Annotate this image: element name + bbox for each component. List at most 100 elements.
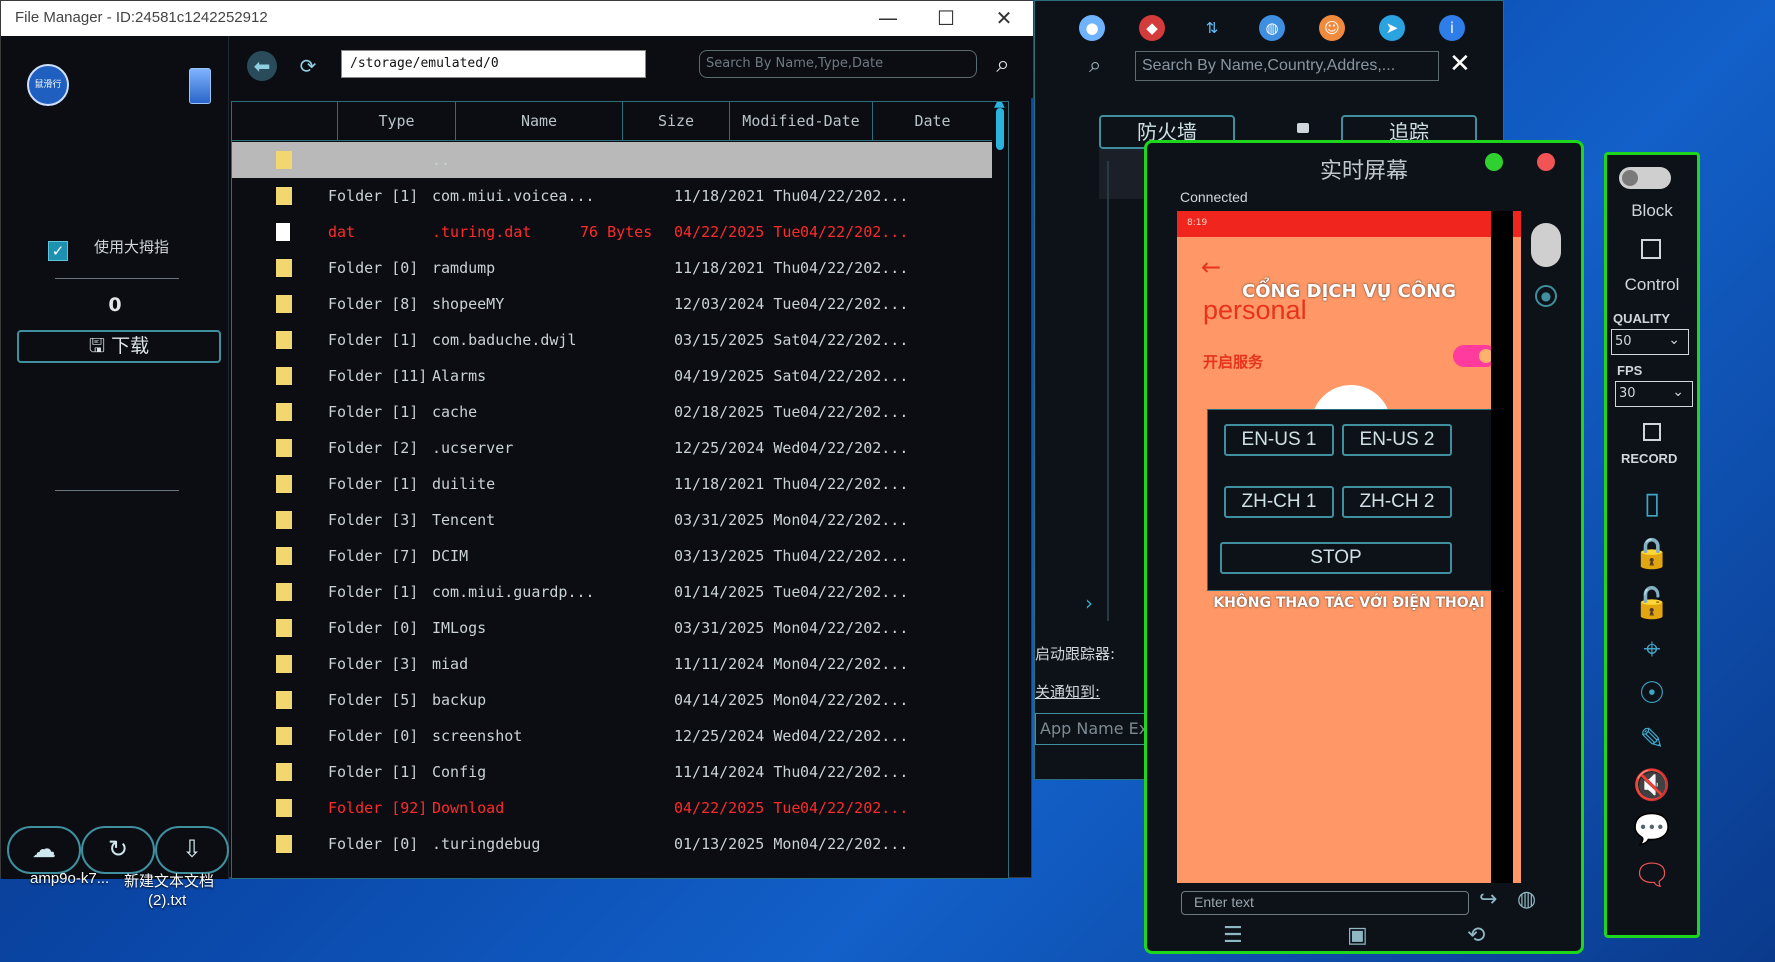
- globe-icon[interactable]: ◍: [1259, 15, 1285, 41]
- stop-button[interactable]: STOP: [1220, 542, 1452, 574]
- path-input[interactable]: /storage/emulated/0: [341, 50, 646, 78]
- search-icon[interactable]: ⌕: [987, 48, 1019, 80]
- table-row[interactable]: Folder [1] com.baduche.dwjl 03/15/2025 Sat…: [232, 322, 992, 358]
- table-row[interactable]: Folder [0] screenshot 12/25/2024 Wed 04/22/…: [232, 718, 992, 754]
- fps-select[interactable]: 30 ⌄: [1615, 381, 1693, 407]
- table-row[interactable]: Folder [0] ramdump 11/18/2021 Thu 04/22/202…: [232, 250, 992, 286]
- phone-screen[interactable]: 8:19 ← CỔNG DỊCH VỤ CÔNG personal 开启服务 E…: [1177, 211, 1521, 883]
- table-row[interactable]: Folder [0] .turingdebug 01/13/2025 Mon 04/2…: [232, 826, 992, 862]
- table-row[interactable]: Folder [0] IMLogs 03/31/2025 Mon 04/22/202.…: [232, 610, 992, 646]
- refresh-icon[interactable]: ⟳: [293, 51, 323, 81]
- wechat-icon[interactable]: 💬: [1633, 811, 1671, 849]
- info-icon[interactable]: i: [1439, 15, 1465, 41]
- connection-status: Connected: [1180, 189, 1248, 205]
- user-icon[interactable]: ☺: [1319, 15, 1345, 41]
- maximize-dot[interactable]: [1485, 153, 1503, 171]
- record-checkbox[interactable]: [1643, 423, 1661, 441]
- control-panel: Block Control QUALITY 50 ⌄ FPS 30 ⌄ RECORD…: [1604, 152, 1700, 938]
- back-icon[interactable]: ⟲: [1467, 923, 1485, 948]
- cell-modified: 01/14/2025 Tue: [674, 583, 801, 601]
- table-row[interactable]: Folder [7] DCIM 03/13/2025 Thu 04/22/202...: [232, 538, 992, 574]
- live-screen-window: 实时屏幕 Connected 8:19 ← CỔNG DỊCH VỤ CÔNG …: [1144, 140, 1584, 954]
- column-modified-date[interactable]: Modified-Date: [729, 102, 872, 141]
- message-icon[interactable]: 🗨: [1633, 857, 1671, 895]
- sync-icon[interactable]: ⇅: [1199, 15, 1225, 41]
- table-row[interactable]: dat .turing.dat 76 Bytes 04/22/2025 Tue 04/2…: [232, 214, 992, 250]
- column-type[interactable]: Type: [337, 102, 455, 141]
- table-row[interactable]: Folder [92] Download 04/22/2025 Tue 04/22/2…: [232, 790, 992, 826]
- reload-button[interactable]: ↻: [81, 826, 155, 874]
- table-row[interactable]: Folder [5] backup 04/14/2025 Mon 04/22/202.…: [232, 682, 992, 718]
- table-row[interactable]: ..: [232, 142, 992, 178]
- table-row[interactable]: Folder [11] Alarms 04/19/2025 Sat 04/22/202…: [232, 358, 992, 394]
- send-icon[interactable]: ↪: [1479, 887, 1497, 912]
- cell-type: Folder [3]: [328, 511, 419, 529]
- download-circle-button[interactable]: ⇩: [155, 826, 229, 874]
- desktop-file-label[interactable]: (2).txt: [148, 892, 186, 909]
- quality-select[interactable]: 50 ⌄: [1611, 329, 1689, 355]
- location-icon[interactable]: ●: [1079, 15, 1105, 41]
- search-input[interactable]: Search By Name,Type,Date: [699, 50, 977, 78]
- back-icon[interactable]: ⬅: [247, 51, 277, 81]
- table-row[interactable]: Folder [1] cache 02/18/2025 Tue 04/22/202..…: [232, 394, 992, 430]
- divider: [1107, 161, 1109, 621]
- live-scrollbar[interactable]: [1531, 223, 1561, 267]
- menu-icon[interactable]: ☰: [1223, 923, 1243, 948]
- desktop-file-label[interactable]: 新建文本文档: [124, 870, 214, 891]
- folder-icon: [276, 547, 292, 565]
- table-row[interactable]: Folder [1] com.miui.guardp... 01/14/2025 T…: [232, 574, 992, 610]
- table-row[interactable]: Folder [1] Config 11/14/2024 Thu 04/22/202.…: [232, 754, 992, 790]
- mute-icon[interactable]: 🔇: [1633, 767, 1671, 805]
- table-row[interactable]: Folder [1] duilite 11/18/2021 Thu 04/22/202…: [232, 466, 992, 502]
- download-button[interactable]: 🖫 下载: [17, 330, 221, 363]
- record-dot-icon[interactable]: ●: [1535, 285, 1557, 307]
- control-checkbox[interactable]: [1641, 239, 1661, 259]
- globe-icon[interactable]: ◍: [1517, 887, 1536, 912]
- background-search-input[interactable]: Search By Name,Country,Addres,...: [1135, 51, 1439, 81]
- lock-icon[interactable]: 🔒: [1633, 535, 1671, 573]
- phone-back-arrow[interactable]: ←: [1201, 253, 1221, 281]
- thumb-checkbox[interactable]: ✓: [48, 241, 68, 261]
- app-name-input[interactable]: App Name Ex: [1035, 713, 1155, 745]
- table-row[interactable]: Folder [1] com.miui.voicea... 11/18/2021 T…: [232, 178, 992, 214]
- table-row[interactable]: Folder [3] miad 11/11/2024 Mon 04/22/202...: [232, 646, 992, 682]
- cell-name: Alarms: [432, 367, 487, 385]
- close-button[interactable]: ✕: [975, 1, 1033, 36]
- cell-date: 04/22/202...: [800, 367, 909, 385]
- telegram-icon[interactable]: ➤: [1379, 15, 1405, 41]
- phone-icon[interactable]: [189, 68, 211, 104]
- cell-date: 04/22/202...: [800, 583, 909, 601]
- cell-size: 76 Bytes: [580, 223, 653, 241]
- zh-ch-1-button[interactable]: ZH-CH 1: [1224, 486, 1334, 518]
- table-row[interactable]: Folder [3] Tencent 03/31/2025 Mon 04/22/202…: [232, 502, 992, 538]
- cell-modified: 11/11/2024 Mon: [674, 655, 801, 673]
- arrow-right-icon[interactable]: ›: [1085, 591, 1093, 615]
- unlock-icon[interactable]: 🔓: [1633, 585, 1671, 623]
- edit-icon[interactable]: ✎: [1633, 721, 1671, 759]
- en-us-1-button[interactable]: EN-US 1: [1224, 424, 1334, 456]
- shield-icon[interactable]: ◆: [1139, 15, 1165, 41]
- column-size[interactable]: Size: [622, 102, 729, 141]
- table-row[interactable]: Folder [2] .ucserver 12/25/2024 Wed 04/22/2…: [232, 430, 992, 466]
- search-icon[interactable]: ⌕: [1089, 53, 1101, 78]
- minimize-button[interactable]: —: [859, 1, 917, 36]
- desktop-file-label[interactable]: amp9o-k7...: [30, 870, 109, 887]
- home-icon[interactable]: ▣: [1347, 923, 1368, 948]
- phone-icon[interactable]: ▯: [1633, 485, 1671, 523]
- tool-icon[interactable]: ⌖: [1633, 631, 1671, 669]
- column-name[interactable]: Name: [455, 102, 622, 141]
- close-icon[interactable]: ✕: [1449, 49, 1471, 79]
- phone-edge: [1491, 211, 1513, 883]
- fingerprint-icon[interactable]: ☉: [1633, 675, 1671, 713]
- scrollbar-thumb[interactable]: [996, 108, 1004, 150]
- en-us-2-button[interactable]: EN-US 2: [1342, 424, 1452, 456]
- cell-name: .ucserver: [432, 439, 514, 457]
- zh-ch-2-button[interactable]: ZH-CH 2: [1342, 486, 1452, 518]
- column-date[interactable]: Date: [872, 102, 992, 141]
- enter-text-input[interactable]: Enter text: [1181, 891, 1469, 915]
- block-toggle[interactable]: [1619, 167, 1671, 189]
- upload-cloud-button[interactable]: ☁: [7, 826, 81, 874]
- close-dot[interactable]: [1537, 153, 1555, 171]
- maximize-button[interactable]: ☐: [917, 1, 975, 36]
- table-row[interactable]: Folder [8] shopeeMY 12/03/2024 Tue 04/22/20…: [232, 286, 992, 322]
